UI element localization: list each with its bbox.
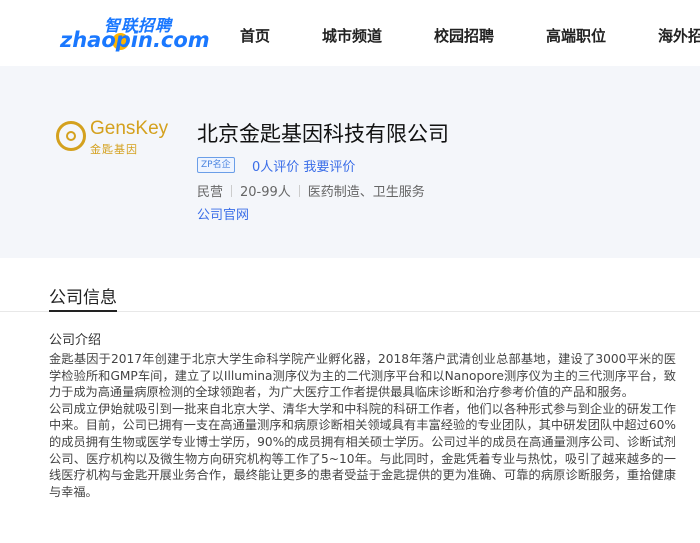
company-header: GensKey 金匙基因 北京金匙基因科技有限公司 ZP名企 0人评价 我要评价… xyxy=(0,66,700,258)
nav-campus[interactable]: 校园招聘 xyxy=(434,25,494,46)
company-industry: 医药制造、卫生服务 xyxy=(307,185,425,200)
company-logo-en: GensKey xyxy=(90,118,169,139)
review-count-link[interactable]: 0人评价 xyxy=(252,160,299,175)
nav-senior-jobs[interactable]: 高端职位 xyxy=(546,25,606,46)
main-nav: 首页 城市频道 校园招聘 高端职位 海外招 xyxy=(0,25,700,47)
genskey-ring-icon xyxy=(56,121,86,151)
company-logo-cn: 金匙基因 xyxy=(90,143,138,156)
company-logo: GensKey 金匙基因 xyxy=(56,116,174,166)
nav-home[interactable]: 首页 xyxy=(240,25,270,46)
company-size: 20-99人 xyxy=(240,185,291,200)
zp-famous-badge: ZP名企 xyxy=(197,157,235,173)
write-review-link[interactable]: 我要评价 xyxy=(303,160,355,175)
ownership-type: 民营 xyxy=(197,185,224,200)
nav-city-channel[interactable]: 城市频道 xyxy=(322,25,382,46)
meta-divider xyxy=(231,185,233,197)
section-title-underline xyxy=(49,310,117,312)
company-name: 北京金匙基因科技有限公司 xyxy=(197,122,449,146)
intro-paragraph: 公司成立伊始就吸引到一批来自北京大学、清华大学和中科院的科研工作者，他们以各种形… xyxy=(49,401,676,499)
review-links: 0人评价 我要评价 xyxy=(252,156,355,175)
company-intro-text: 金匙基因于2017年创建于北京大学生命科学院产业孵化器，2018年落户武清创业总… xyxy=(49,351,676,500)
top-navbar: 智联招聘 zhaopin.com 首页 城市频道 校园招聘 高端职位 海外招 xyxy=(0,0,700,66)
nav-overseas[interactable]: 海外招 xyxy=(658,25,700,46)
meta-divider xyxy=(298,185,300,197)
genskey-inner-icon xyxy=(66,131,76,141)
intro-paragraph: 金匙基因于2017年创建于北京大学生命科学院产业孵化器，2018年落户武清创业总… xyxy=(49,352,676,400)
company-website-link[interactable]: 公司官网 xyxy=(197,204,249,223)
company-meta: 民营 20-99人 医药制造、卫生服务 xyxy=(197,181,425,200)
company-info-title: 公司信息 xyxy=(49,288,117,308)
company-intro-title: 公司介绍 xyxy=(49,333,102,348)
